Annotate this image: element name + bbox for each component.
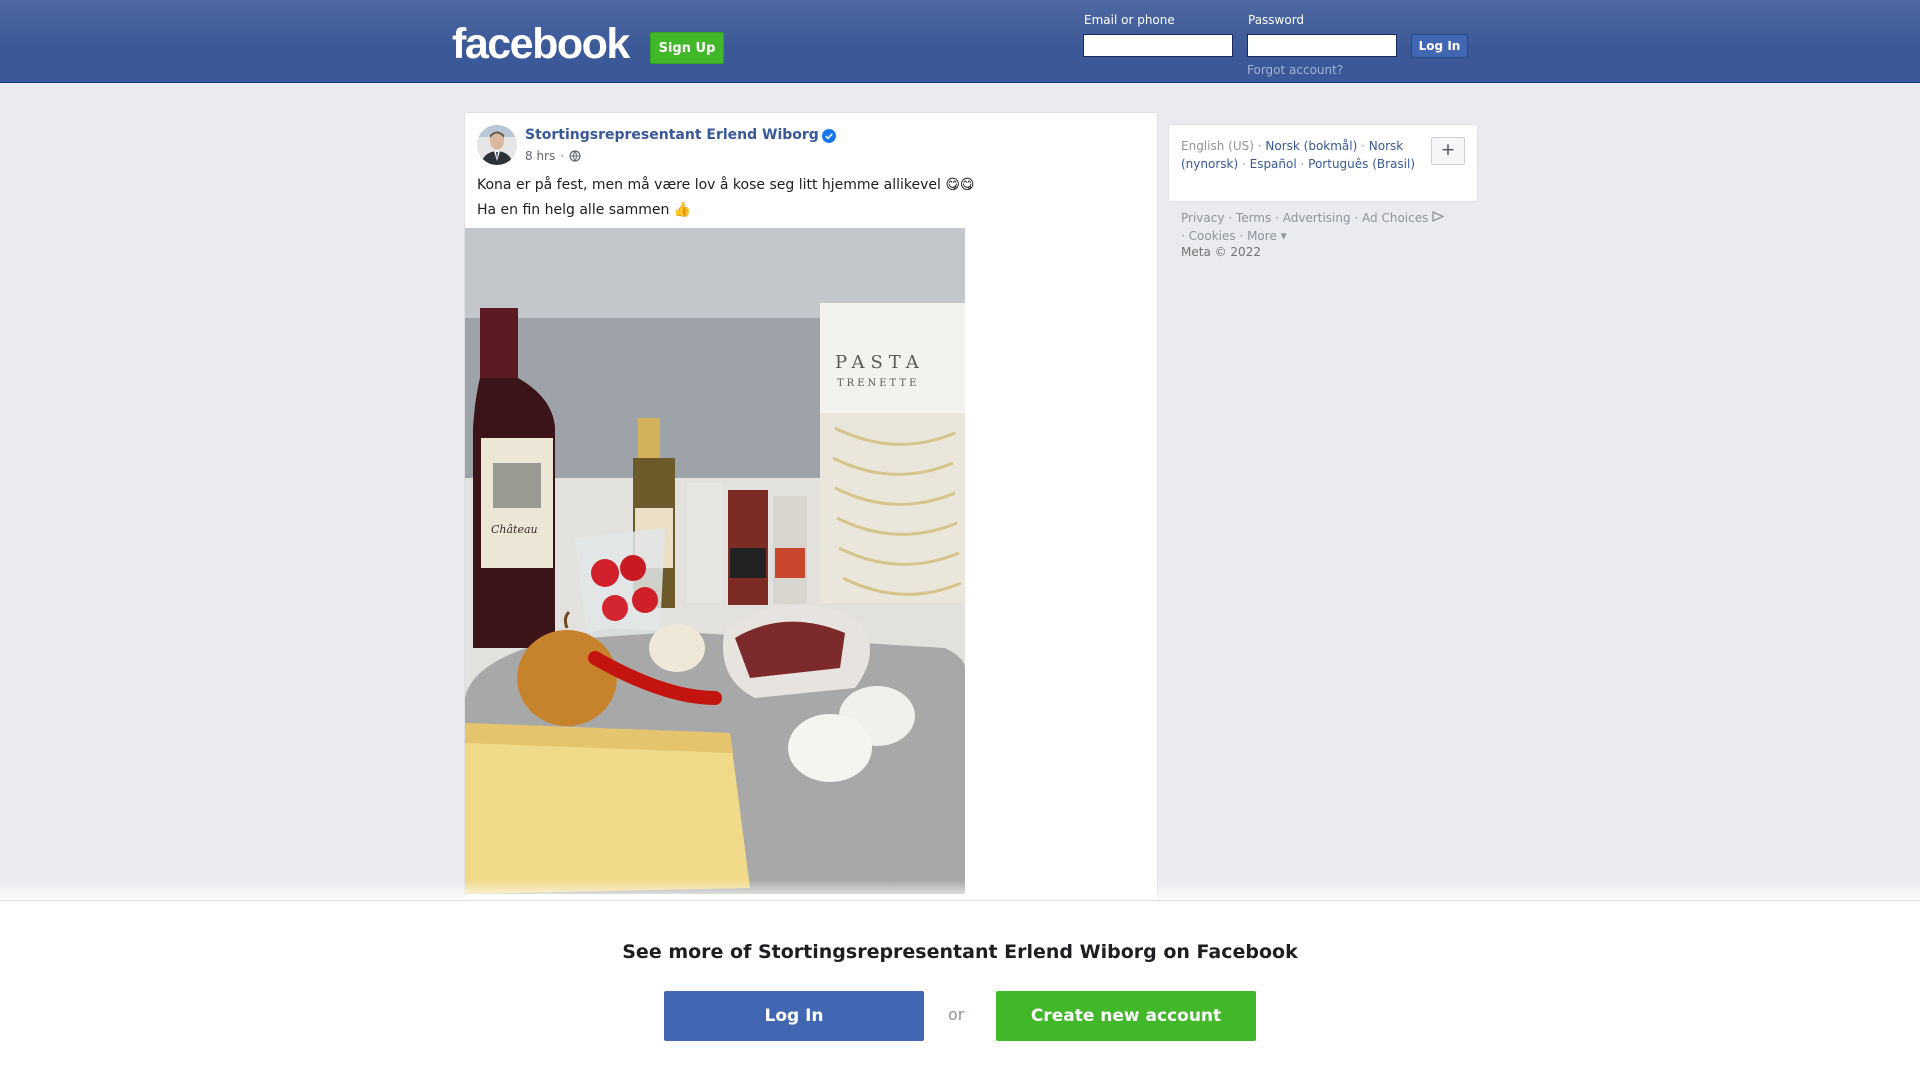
copyright: Meta © 2022 bbox=[1181, 245, 1261, 259]
password-field[interactable] bbox=[1247, 34, 1397, 57]
svg-text:TRENETTE: TRENETTE bbox=[837, 378, 919, 389]
or-label: or bbox=[948, 1005, 965, 1024]
author-avatar[interactable] bbox=[477, 125, 517, 165]
language-option[interactable]: Português (Brasil) bbox=[1308, 157, 1415, 171]
dropdown-arrow-icon: ▼ bbox=[1280, 231, 1287, 241]
login-prompt-bar: See more of Stortingsrepresentant Erlend… bbox=[0, 900, 1920, 1080]
password-label: Password bbox=[1248, 13, 1305, 27]
author-name-link[interactable]: Stortingsrepresentant Erlend Wiborg bbox=[525, 127, 819, 143]
footer-link-advertising[interactable]: Advertising bbox=[1283, 211, 1351, 225]
bottom-fade bbox=[0, 880, 1920, 900]
login-button[interactable]: Log In bbox=[664, 991, 924, 1041]
facebook-logo[interactable]: facebook bbox=[452, 20, 630, 69]
post-card: Stortingsrepresentant Erlend Wiborg 8 hr… bbox=[464, 112, 1158, 972]
login-prompt-title: See more of Stortingsrepresentant Erlend… bbox=[622, 941, 1298, 963]
footer-link-terms[interactable]: Terms bbox=[1236, 211, 1271, 225]
meta-separator: · bbox=[560, 149, 565, 163]
post-meta: 8 hrs · bbox=[525, 149, 581, 163]
footer-link-privacy[interactable]: Privacy bbox=[1181, 211, 1224, 225]
language-option[interactable]: Norsk (bokmål) bbox=[1265, 139, 1357, 153]
header-login-button[interactable]: Log In bbox=[1411, 34, 1468, 58]
svg-text:Château: Château bbox=[491, 523, 538, 536]
post-photo[interactable]: PASTA TRENETTE Château bbox=[465, 228, 965, 894]
ad-choices-icon bbox=[1432, 210, 1445, 225]
post-text: Kona er på fest, men må være lov å kose … bbox=[477, 173, 975, 223]
globe-icon bbox=[569, 150, 581, 162]
language-current: English (US) bbox=[1181, 139, 1254, 153]
forgot-account-link[interactable]: Forgot account? bbox=[1247, 63, 1343, 77]
post-text-line: Kona er på fest, men må være lov å kose … bbox=[477, 177, 975, 193]
post-timestamp[interactable]: 8 hrs bbox=[525, 149, 555, 163]
top-navigation-bar: facebook Sign Up Email or phone Password… bbox=[0, 0, 1920, 83]
footer-link-cookies[interactable]: Cookies bbox=[1189, 229, 1236, 243]
create-account-button[interactable]: Create new account bbox=[996, 991, 1256, 1041]
verified-badge-icon bbox=[822, 128, 836, 143]
language-selector-card: English (US) · Norsk (bokmål) · Norsk (n… bbox=[1168, 124, 1478, 202]
post-text-line: Ha en fin helg alle sammen 👍 bbox=[477, 202, 692, 218]
footer-link-more[interactable]: More bbox=[1247, 229, 1277, 243]
email-field[interactable] bbox=[1083, 34, 1233, 57]
signup-button[interactable]: Sign Up bbox=[650, 32, 724, 64]
footer-links: Privacy · Terms · Advertising · Ad Choic… bbox=[1181, 209, 1481, 246]
add-language-button[interactable]: + bbox=[1431, 137, 1465, 165]
footer-link-ad-choices[interactable]: Ad Choices bbox=[1362, 211, 1428, 225]
language-list: English (US) · Norsk (bokmål) · Norsk (n… bbox=[1181, 139, 1416, 171]
email-label: Email or phone bbox=[1084, 13, 1175, 27]
svg-text:PASTA: PASTA bbox=[835, 352, 925, 373]
language-option[interactable]: Español bbox=[1250, 157, 1297, 171]
